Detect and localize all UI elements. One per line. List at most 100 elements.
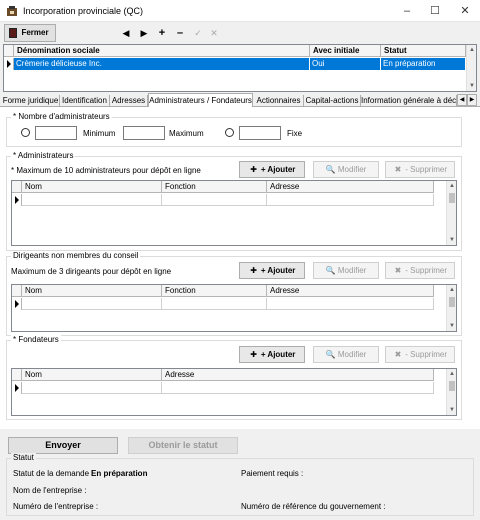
nom-entreprise-label: Nom de l'entreprise :	[13, 486, 87, 495]
delete-person-icon: ✖	[394, 165, 402, 174]
col-adresse[interactable]: Adresse	[267, 285, 434, 297]
dirigeants-note: Maximum de 3 dirigeants pour dépôt en li…	[11, 267, 172, 276]
fermer-button[interactable]: Fermer	[4, 24, 56, 42]
dirigeants-grid[interactable]: Nom Fonction Adresse ▲ ▼	[11, 284, 457, 332]
close-button[interactable]: ✕	[450, 0, 480, 22]
fixe-input[interactable]	[239, 126, 281, 140]
statut-demande-value: En préparation	[91, 469, 148, 478]
fondateurs-ajouter-button[interactable]: ✚ + Ajouter	[239, 346, 305, 363]
new-row-cell[interactable]	[22, 382, 162, 394]
maximum-label: Maximum	[169, 129, 204, 138]
fondateurs-scrollbar[interactable]: ▲ ▼	[446, 369, 456, 415]
cancel-icon[interactable]: ✕	[208, 27, 220, 39]
add-person-icon: ✚	[250, 165, 257, 174]
tab-bar: Forme juridique Identification Adresses …	[0, 93, 480, 108]
grid-corner	[4, 45, 14, 57]
row-indicator	[12, 194, 22, 206]
title-bar: Incorporation provinciale (QC) – ☐ ✕	[0, 0, 480, 22]
col-fonction[interactable]: Fonction	[162, 285, 267, 297]
fondateurs-title: * Fondateurs	[11, 335, 61, 344]
col-nom[interactable]: Nom	[22, 369, 162, 381]
radio-min-max[interactable]	[21, 128, 30, 137]
tab-actionnaires[interactable]: Actionnaires	[254, 95, 304, 107]
admin-supprimer-button[interactable]: ✖ - Supprimer	[385, 161, 455, 178]
col-initiale[interactable]: Avec initiale	[310, 45, 381, 57]
col-adresse[interactable]: Adresse	[162, 369, 434, 381]
admin-modifier-button[interactable]: 🔍 Modifier	[313, 161, 379, 178]
paiement-label: Paiement requis :	[241, 469, 304, 478]
cell-statut[interactable]: En préparation	[381, 58, 466, 70]
tab-information-generale[interactable]: Information générale à décl	[361, 95, 457, 107]
new-row-cell[interactable]	[22, 194, 162, 206]
dirigeants-modifier-button[interactable]: 🔍 Modifier	[313, 262, 379, 279]
new-row-cell[interactable]	[22, 298, 162, 310]
new-row-cell[interactable]	[162, 298, 267, 310]
dirigeants-title: Dirigeants non membres du conseil	[11, 251, 141, 260]
admin-ajouter-button[interactable]: ✚ + Ajouter	[239, 161, 305, 178]
grid-scrollbar[interactable]: ▲ ▼	[466, 45, 476, 91]
tab-panel: * Nombre d'administrateurs Minimum Maxim…	[0, 107, 480, 429]
dirigeants-scrollbar[interactable]: ▲ ▼	[446, 285, 456, 331]
radio-fixe[interactable]	[225, 128, 234, 137]
col-statut[interactable]: Statut	[381, 45, 466, 57]
maximize-button[interactable]: ☐	[420, 0, 450, 22]
maximum-input[interactable]	[123, 126, 165, 140]
col-nom[interactable]: Nom	[22, 285, 162, 297]
check-icon[interactable]: ✓	[192, 27, 204, 39]
administrateurs-note: * Maximum de 10 administrateurs pour dép…	[11, 166, 201, 175]
fondateurs-group: * Fondateurs ✚ + Ajouter 🔍 Modifier ✖ - …	[6, 335, 462, 420]
demandes-grid[interactable]: Dénomination sociale Avec initiale Statu…	[3, 44, 477, 92]
window-title: Incorporation provinciale (QC)	[23, 6, 144, 16]
statut-group: Statut Statut de la demande : En prépara…	[6, 453, 474, 516]
nombre-admin-title: * Nombre d'administrateurs	[11, 112, 112, 121]
tab-adresses[interactable]: Adresses	[110, 95, 148, 107]
col-denomination[interactable]: Dénomination sociale	[14, 45, 310, 57]
minimize-button[interactable]: –	[392, 0, 422, 22]
fondateurs-modifier-button[interactable]: 🔍 Modifier	[313, 346, 379, 363]
administrateurs-grid[interactable]: Nom Fonction Adresse ▲ ▼	[11, 180, 457, 246]
add-person-icon: ✚	[250, 350, 257, 359]
tab-forme-juridique[interactable]: Forme juridique	[2, 95, 60, 107]
tab-administrateurs[interactable]: Administrateurs / Fondateurs	[148, 93, 253, 108]
new-row-cell[interactable]	[162, 194, 267, 206]
tab-identification[interactable]: Identification	[60, 95, 110, 107]
administrateurs-group: * Administrateurs * Maximum de 10 admini…	[6, 151, 462, 251]
fondateurs-supprimer-button[interactable]: ✖ - Supprimer	[385, 346, 455, 363]
col-nom[interactable]: Nom	[22, 181, 162, 193]
minimum-label: Minimum	[83, 129, 116, 138]
previous-icon[interactable]: ◀	[120, 27, 132, 39]
new-row-cell[interactable]	[267, 298, 434, 310]
magnifier-icon: 🔍	[325, 350, 336, 359]
row-indicator	[12, 382, 22, 394]
new-row-cell[interactable]	[162, 382, 434, 394]
next-icon[interactable]: ▶	[138, 27, 150, 39]
add-icon[interactable]: +	[156, 27, 168, 39]
administrateurs-title: * Administrateurs	[11, 151, 76, 160]
cell-initiale[interactable]: Oui	[310, 58, 381, 70]
delete-person-icon: ✖	[394, 266, 402, 275]
statut-title: Statut	[11, 453, 36, 462]
magnifier-icon: 🔍	[325, 165, 336, 174]
new-row-cell[interactable]	[267, 194, 434, 206]
tab-capital-actions[interactable]: Capital-actions	[304, 95, 361, 107]
dirigeants-ajouter-button[interactable]: ✚ + Ajouter	[239, 262, 305, 279]
magnifier-icon: 🔍	[325, 266, 336, 275]
fermer-label: Fermer	[21, 28, 49, 37]
dirigeants-supprimer-button[interactable]: ✖ - Supprimer	[385, 262, 455, 279]
fondateurs-grid[interactable]: Nom Adresse ▲ ▼	[11, 368, 457, 416]
numero-entreprise-label: Numéro de l'entreprise :	[13, 502, 99, 511]
cell-denomination[interactable]: Crèmerie délicieuse Inc.	[14, 58, 310, 70]
col-adresse[interactable]: Adresse	[267, 181, 434, 193]
minimum-input[interactable]	[35, 126, 77, 140]
add-person-icon: ✚	[250, 266, 257, 275]
col-fonction[interactable]: Fonction	[162, 181, 267, 193]
remove-icon[interactable]: –	[174, 27, 186, 39]
reference-gouvernement-label: Numéro de référence du gouvernement :	[241, 502, 386, 511]
tab-scroll-right-icon[interactable]: ▶	[467, 94, 477, 106]
envoyer-button[interactable]: Envoyer	[8, 437, 118, 454]
obtenir-statut-button[interactable]: Obtenir le statut	[128, 437, 238, 454]
statut-demande-label: Statut de la demande :	[13, 469, 94, 478]
administrateurs-scrollbar[interactable]: ▲ ▼	[446, 181, 456, 245]
tab-scroll-left-icon[interactable]: ◀	[457, 94, 467, 106]
door-icon	[9, 28, 17, 38]
